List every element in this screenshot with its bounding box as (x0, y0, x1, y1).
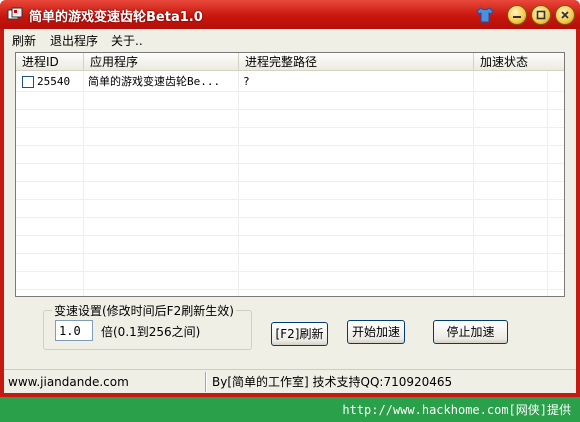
maximize-icon (536, 10, 546, 20)
column-header-application[interactable]: 应用程序 (84, 53, 239, 71)
close-button[interactable] (555, 5, 575, 25)
grid-line (16, 235, 564, 236)
shirt-icon[interactable] (476, 6, 494, 24)
maximize-button[interactable] (531, 5, 551, 25)
cell-status[interactable] (478, 74, 546, 90)
status-credits: By[简单的工作室] 技术支持QQ:710920465 (212, 375, 453, 389)
grid-line (16, 163, 564, 164)
process-list[interactable]: 进程ID 应用程序 进程完整路径 加速状态 25540 简单的游戏变速齿轮Be.… (15, 52, 565, 297)
grid-line (16, 109, 564, 110)
list-header: 进程ID 应用程序 进程完整路径 加速状态 (16, 53, 564, 71)
status-website: www.jiandande.com (8, 375, 129, 389)
stop-speedup-button[interactable]: 停止加速 (433, 320, 508, 344)
row-checkbox[interactable] (22, 76, 34, 88)
status-separator (205, 372, 207, 392)
menu-exit[interactable]: 退出程序 (50, 32, 98, 49)
grid-line (16, 145, 564, 146)
grid-line (16, 91, 564, 92)
grid-line (238, 71, 239, 296)
grid-line (16, 199, 564, 200)
column-header-status[interactable]: 加速状态 (474, 53, 564, 71)
grid-line (473, 71, 474, 296)
column-header-path[interactable]: 进程完整路径 (239, 53, 474, 71)
status-bar: www.jiandande.com By[简单的工作室] 技术支持QQ:7109… (4, 369, 576, 393)
grid-line (16, 217, 564, 218)
grid-line (16, 127, 564, 128)
cell-path[interactable]: ? (243, 74, 471, 90)
grid-line (16, 181, 564, 182)
app-icon (7, 7, 23, 20)
window-title: 简单的游戏变速齿轮Beta1.0 (29, 10, 203, 25)
cell-pid[interactable]: 25540 (37, 74, 83, 90)
refresh-button[interactable]: [F2]刷新 (271, 322, 328, 346)
title-bar[interactable]: 简单的游戏变速齿轮Beta1.0 (0, 0, 580, 29)
grid-line (16, 271, 564, 272)
speed-range-hint: 倍(0.1到256之间) (101, 325, 201, 339)
minimize-button[interactable] (507, 5, 527, 25)
menu-about[interactable]: 关于.. (111, 32, 143, 49)
client-area: 进程ID 应用程序 进程完整路径 加速状态 25540 简单的游戏变速齿轮Be.… (4, 49, 576, 369)
watermark-text: http://www.hackhome.com[网侠]提供 (342, 403, 571, 417)
grid-line (547, 71, 548, 296)
column-header-pid[interactable]: 进程ID (16, 53, 84, 71)
cell-application[interactable]: 简单的游戏变速齿轮Be... (88, 74, 236, 90)
grid-line (16, 253, 564, 254)
speed-settings-label: 变速设置(修改时间后F2刷新生效) (52, 302, 236, 319)
grid-line (83, 71, 84, 296)
minimize-icon (513, 16, 521, 18)
menu-refresh[interactable]: 刷新 (12, 32, 36, 49)
speed-settings-group: 变速设置(修改时间后F2刷新生效) 倍(0.1到256之间) (43, 302, 252, 350)
close-icon (561, 11, 569, 19)
menu-bar: 刷新 退出程序 关于.. (4, 29, 576, 49)
watermark-bar: http://www.hackhome.com[网侠]提供 (0, 397, 580, 422)
app-window: 简单的游戏变速齿轮Beta1.0 刷新 退出程序 关于.. 进程ID 应用程序 … (0, 0, 580, 397)
start-speedup-button[interactable]: 开始加速 (347, 320, 405, 344)
grid-line (16, 289, 564, 290)
speed-input[interactable] (55, 320, 93, 341)
